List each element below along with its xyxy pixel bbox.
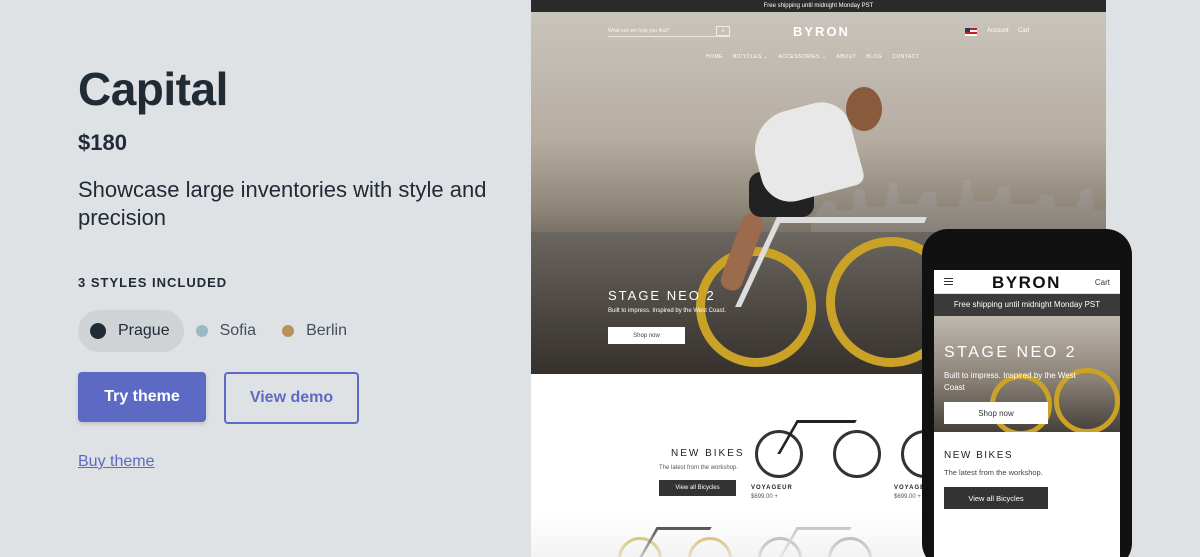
desktop-nav: HOME BICYCLES ⌄ ACCESSORIES ⌄ ABOUT BLOG… xyxy=(706,54,919,60)
mobile-hero-heading: STAGE NEO 2 xyxy=(944,344,1078,361)
hamburger-menu-icon[interactable] xyxy=(944,278,953,285)
sofia-swatch-icon xyxy=(195,325,208,337)
search-placeholder: What can we help you find? xyxy=(608,28,670,34)
hero-subheading: Built to impress. Inspired by the West C… xyxy=(608,308,726,314)
style-label: Berlin xyxy=(306,322,347,339)
prague-swatch-icon xyxy=(90,323,106,339)
mobile-cart-link[interactable]: Cart xyxy=(1095,278,1110,287)
mobile-header: BYRON Cart xyxy=(934,270,1120,294)
new-bikes-heading: NEW BIKES xyxy=(671,448,745,459)
mobile-new-bikes-section: NEW BIKES The latest from the workshop. … xyxy=(934,432,1120,542)
new-bikes-subheading: The latest from the workshop. xyxy=(659,465,739,471)
product-price: $699.00 + xyxy=(894,494,921,500)
product-name[interactable]: VOYAGE xyxy=(894,485,925,491)
styles-heading: 3 STYLES INCLUDED xyxy=(78,275,228,290)
style-option-prague[interactable]: Prague xyxy=(78,310,184,352)
product-price: $699.00 + xyxy=(751,494,778,500)
cart-link[interactable]: Cart xyxy=(1018,28,1029,34)
theme-price: $180 xyxy=(78,130,127,155)
action-buttons: Try theme View demo xyxy=(78,372,359,424)
try-theme-button[interactable]: Try theme xyxy=(78,372,206,422)
us-flag-icon[interactable] xyxy=(965,28,977,36)
buy-theme-link[interactable]: Buy theme xyxy=(78,453,154,471)
mobile-view-all-bicycles-button[interactable]: View all Bicycles xyxy=(944,487,1048,509)
search-icon[interactable]: ⌕ xyxy=(716,26,730,36)
nav-about[interactable]: ABOUT xyxy=(837,54,857,60)
mobile-shipping-bar: Free shipping until midnight Monday PST xyxy=(934,294,1120,316)
berlin-swatch-icon xyxy=(282,325,295,337)
style-option-sofia[interactable]: Sofia xyxy=(184,310,270,352)
account-link[interactable]: Account xyxy=(987,28,1009,34)
view-all-bicycles-button[interactable]: View all Bicycles xyxy=(659,480,736,496)
style-label: Prague xyxy=(118,322,170,339)
desktop-search-input[interactable]: What can we help you find? ⌕ xyxy=(608,26,730,37)
nav-blog[interactable]: BLOG xyxy=(866,54,882,60)
theme-description: Showcase large inventories with style an… xyxy=(78,177,487,230)
product-name[interactable]: VOYAGEUR xyxy=(751,485,793,491)
style-label: Sofia xyxy=(219,322,257,339)
nav-bicycles[interactable]: BICYCLES ⌄ xyxy=(733,54,768,60)
mobile-hero: STAGE NEO 2 Built to impress. Inspired b… xyxy=(934,316,1120,432)
nav-contact[interactable]: CONTACT xyxy=(892,54,919,60)
mobile-new-bikes-heading: NEW BIKES xyxy=(944,450,1014,461)
mobile-new-bikes-subheading: The latest from the workshop. xyxy=(944,468,1043,477)
shop-now-button[interactable]: Shop now xyxy=(608,327,685,344)
mobile-shop-now-button[interactable]: Shop now xyxy=(944,402,1048,424)
desktop-shipping-bar: Free shipping until midnight Monday PST xyxy=(531,0,1106,12)
mobile-screen: BYRON Cart Free shipping until midnight … xyxy=(934,270,1120,557)
hero-heading: STAGE NEO 2 xyxy=(608,288,716,303)
desktop-logo[interactable]: BYRON xyxy=(793,24,850,39)
nav-home[interactable]: HOME xyxy=(706,54,723,60)
theme-title: Capital xyxy=(78,63,228,115)
mobile-preview: BYRON Cart Free shipping until midnight … xyxy=(922,229,1132,557)
nav-accessories[interactable]: ACCESSORIES ⌄ xyxy=(778,54,826,60)
product-image-voyageur[interactable] xyxy=(753,404,883,484)
style-option-berlin[interactable]: Berlin xyxy=(270,310,361,352)
mobile-logo[interactable]: BYRON xyxy=(992,273,1061,293)
mobile-hero-subheading: Built to impress. Inspired by the West C… xyxy=(944,371,1076,392)
view-demo-button[interactable]: View demo xyxy=(224,372,359,424)
rider-head-image xyxy=(846,87,882,131)
style-selector: Prague Sofia Berlin xyxy=(78,310,361,352)
